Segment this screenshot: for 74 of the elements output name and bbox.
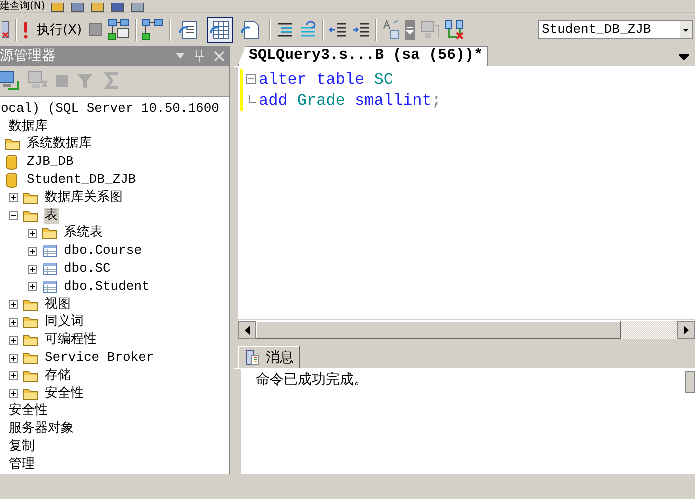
indent-icon[interactable] [352, 20, 370, 38]
toolbar-icon[interactable] [51, 3, 66, 12]
fold-line-icon [246, 95, 256, 105]
scroll-right-button[interactable] [677, 321, 695, 339]
network-icon[interactable] [445, 20, 466, 40]
toolbar-icon[interactable] [71, 3, 86, 12]
expand-icon[interactable] [9, 371, 18, 380]
table-icon [42, 261, 58, 278]
specify-values-icon[interactable] [382, 20, 400, 40]
table-icon [42, 243, 58, 260]
code-line: alter table SC [259, 70, 394, 88]
expand-icon[interactable] [9, 389, 18, 398]
scroll-left-button[interactable] [238, 321, 256, 339]
editor-tab[interactable]: SQLQuery3.s...B (sa (56))* [238, 46, 488, 66]
expand-icon[interactable] [28, 246, 37, 256]
tree-item[interactable]: Service Broker [44, 350, 156, 366]
database-dropdown[interactable]: Student_DB_ZJB [538, 20, 693, 39]
new-query-menu-label[interactable]: 建查询(N) [0, 1, 46, 12]
scrollbar-thumb[interactable] [685, 371, 695, 393]
expand-icon[interactable] [28, 228, 37, 238]
expand-icon[interactable] [9, 300, 18, 310]
connect-icon[interactable] [0, 71, 20, 91]
results-file-icon [240, 18, 262, 40]
tree-item[interactable]: 管理 [8, 456, 36, 473]
tree-item[interactable]: Student_DB_ZJB [26, 172, 138, 188]
toolbar-icon[interactable] [111, 3, 126, 12]
tree-item[interactable]: 安全性 [44, 386, 85, 402]
left-arrow-icon [244, 326, 250, 334]
expand-icon[interactable] [28, 264, 37, 274]
stop-icon[interactable] [89, 22, 104, 36]
tree-item[interactable]: 复制 [8, 439, 36, 456]
overflow-icon[interactable] [405, 20, 416, 40]
expand-icon[interactable] [9, 336, 18, 345]
tree-item[interactable]: 数据库关系图 [44, 190, 124, 206]
tree-item[interactable]: 系统数据库 [26, 136, 93, 152]
tree-item[interactable]: 系统表 [63, 225, 104, 242]
code-line: add Grade smallint; [259, 92, 442, 110]
tree-item[interactable]: dbo.SC [63, 261, 112, 278]
tree-item[interactable]: 数据库 [8, 118, 49, 135]
tree-item[interactable]: 视图 [44, 296, 72, 313]
debug-icon[interactable] [108, 18, 130, 40]
toolbar-icon[interactable] [91, 3, 106, 12]
tree-item[interactable]: 同义词 [44, 314, 85, 330]
results-mode-button[interactable] [207, 16, 234, 42]
execute-button[interactable]: 执行(X) [35, 20, 84, 38]
tab-menu-icon[interactable] [679, 52, 689, 60]
tree-item[interactable]: 表 [44, 208, 59, 224]
tree-item[interactable]: 存储 [44, 368, 72, 384]
outdent-icon[interactable] [329, 20, 348, 38]
messages-icon [246, 350, 260, 366]
results-grid-icon [209, 18, 232, 40]
exclamation-icon[interactable] [22, 20, 30, 40]
query-plan-icon[interactable] [142, 18, 164, 40]
messages-tab[interactable]: 消息 [238, 346, 300, 368]
expand-icon[interactable] [9, 318, 18, 327]
toolbar-icon[interactable] [131, 3, 146, 12]
tree-item[interactable]: dbo.Student [63, 278, 151, 295]
tree-item[interactable]: 服务器对象 [8, 421, 75, 438]
panel-title: 源管理器 [0, 47, 57, 65]
uncomment-icon[interactable] [299, 20, 318, 38]
tree-item[interactable]: dbo.Course [63, 243, 144, 260]
table-icon [42, 278, 58, 295]
comment-icon[interactable] [276, 20, 294, 38]
expand-icon[interactable] [9, 193, 18, 202]
tree-item[interactable]: 可编程性 [44, 332, 98, 348]
results-text-icon [178, 18, 200, 40]
tree-item[interactable]: 安全性 [8, 403, 49, 420]
expand-icon[interactable] [28, 282, 37, 292]
tree-item[interactable]: ocal) (SQL Server 10.50.1600 [0, 100, 220, 117]
expand-icon[interactable] [9, 354, 18, 363]
right-arrow-icon [684, 326, 688, 334]
collapse-icon[interactable] [9, 211, 18, 220]
tree-item[interactable]: ZJB_DB [26, 154, 75, 170]
result-message: 命令已成功完成。 [256, 371, 368, 390]
